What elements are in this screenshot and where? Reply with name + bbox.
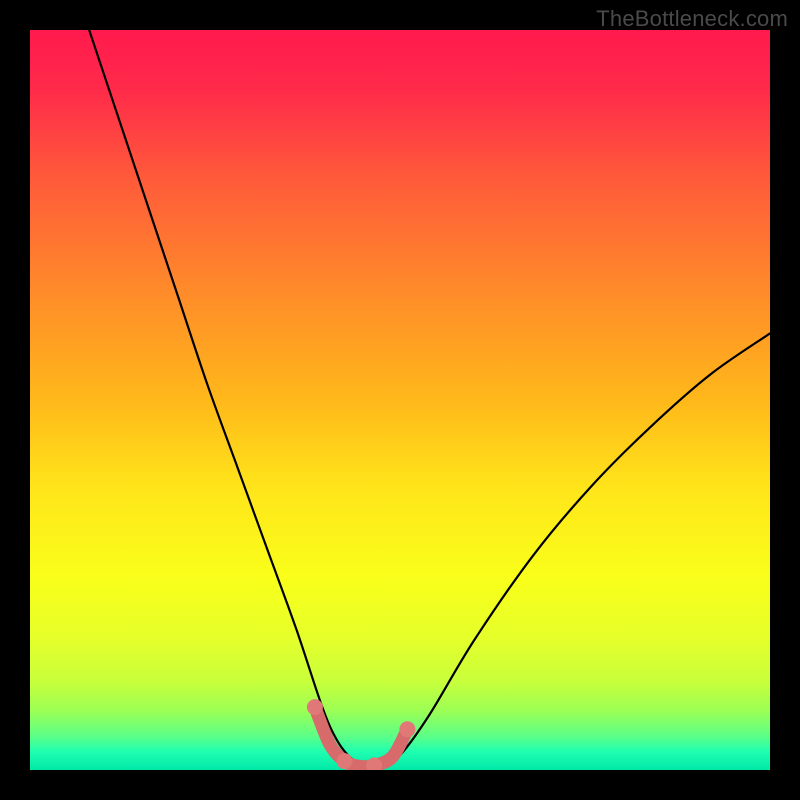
annotation-dot (307, 699, 323, 715)
curve-layer (30, 30, 770, 770)
bottleneck-curve (89, 30, 770, 767)
annotation-dot (399, 721, 415, 737)
annotation-stroke (315, 707, 408, 767)
chart-frame: TheBottleneck.com (0, 0, 800, 800)
watermark-text: TheBottleneck.com (596, 6, 788, 32)
annotation-dot (337, 753, 353, 769)
plot-area (30, 30, 770, 770)
